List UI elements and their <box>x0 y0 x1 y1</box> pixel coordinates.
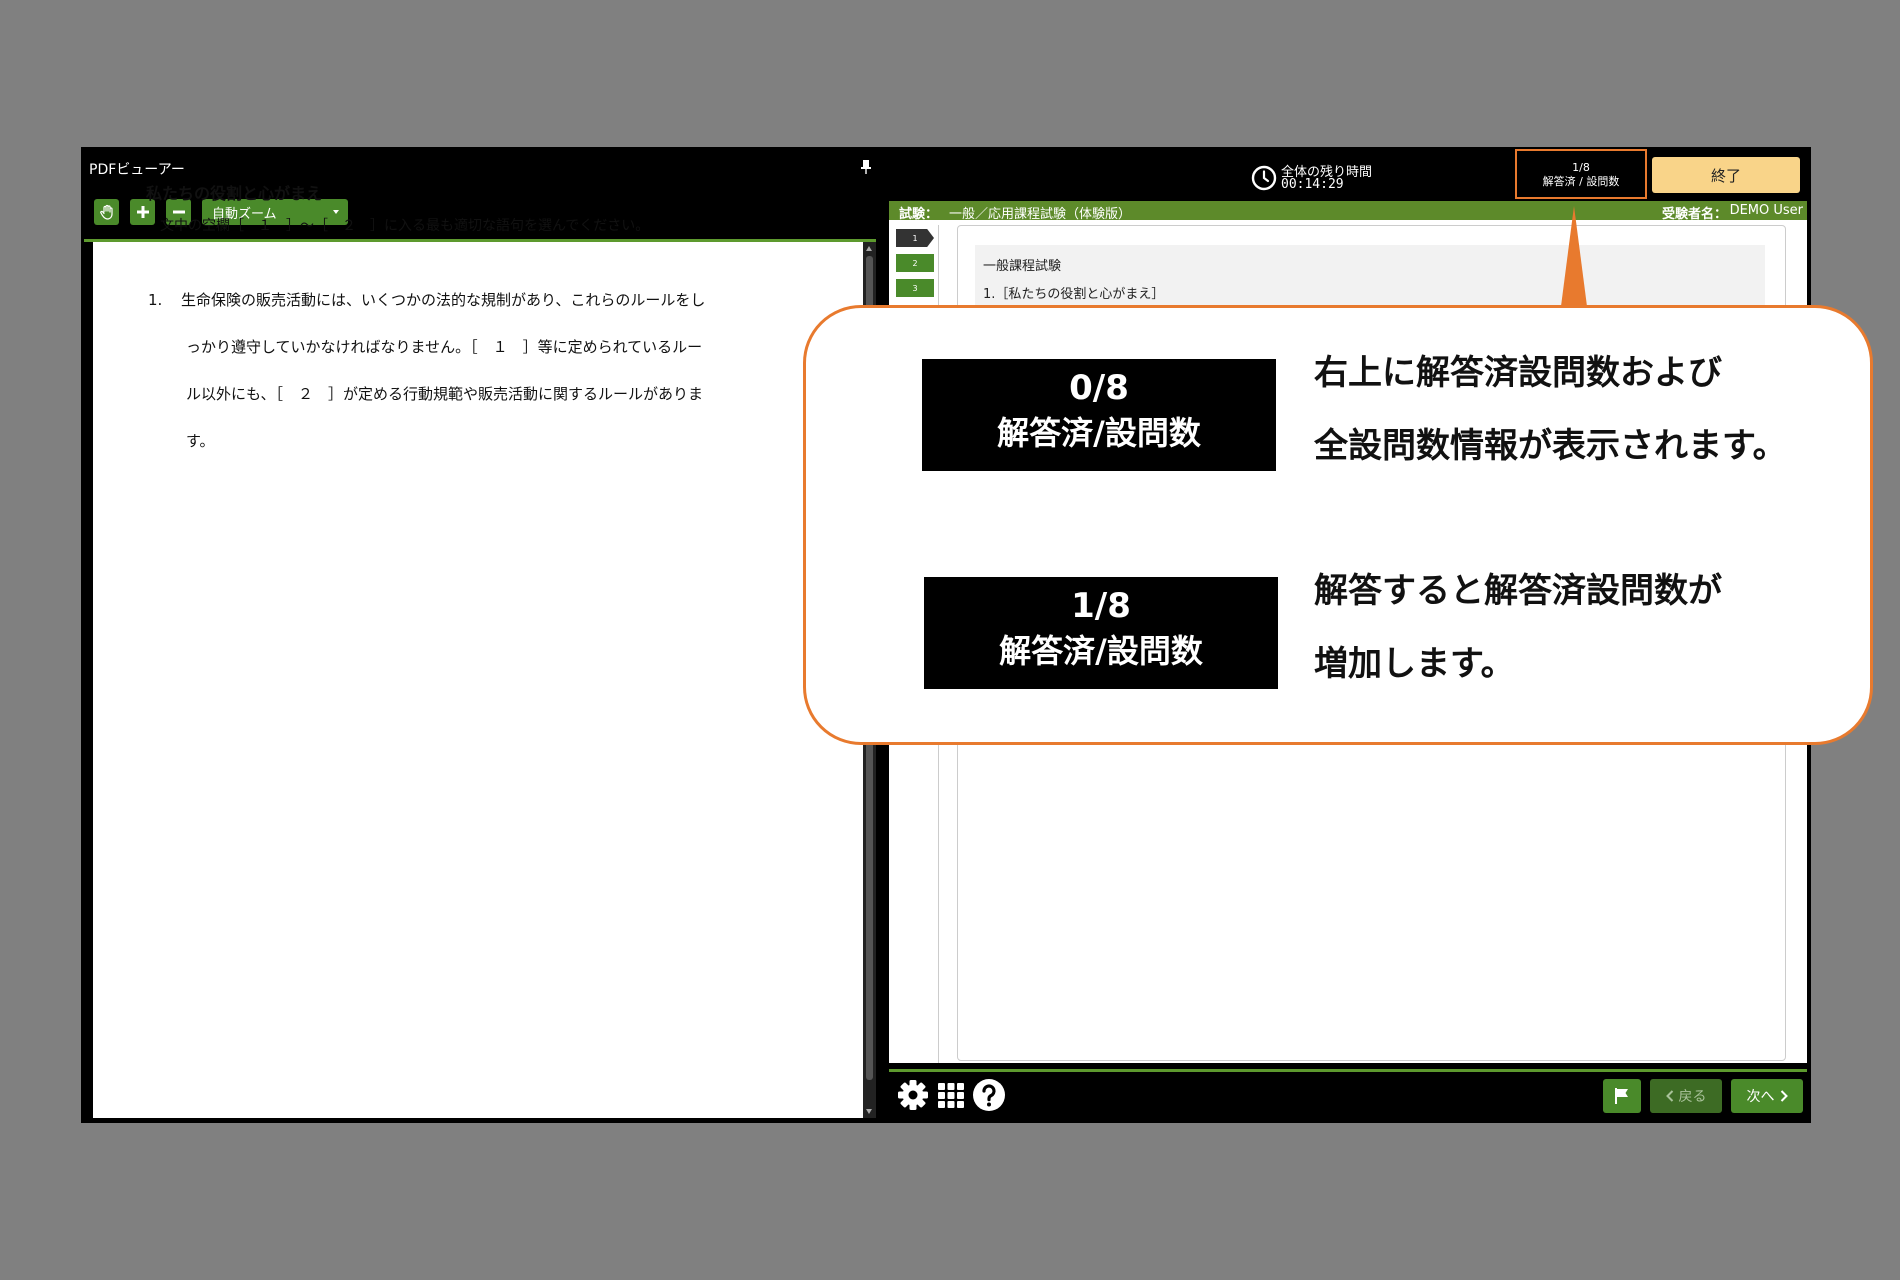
answered-count-after: 1/8 解答済/設問数 <box>924 577 1278 689</box>
question-nav-item[interactable]: 1 <box>896 229 934 247</box>
footer-divider <box>889 1069 1807 1072</box>
pdf-question-number: 1. <box>148 291 163 309</box>
question-nav-item[interactable]: 3 <box>896 279 934 297</box>
next-button-label: 次へ <box>1746 1089 1775 1105</box>
pin-icon[interactable] <box>858 159 874 175</box>
answered-count-after-value: 1/8 <box>1071 586 1131 626</box>
question-title: 一般課程試験 <box>983 259 1062 274</box>
explanation-callout: 0/8 解答済/設問数 右上に解答済設問数および 全設問数情報が表示されます。 … <box>803 305 1873 745</box>
next-button[interactable]: 次へ <box>1731 1079 1803 1113</box>
pdf-doc-heading: 私たちの役割と心がまえ <box>146 184 323 203</box>
answered-count-before: 0/8 解答済/設問数 <box>922 359 1276 471</box>
pdf-doc-question: 1. 生命保険の販売活動には、いくつかの法的な規制があり、これらのルールをし っ… <box>148 277 808 465</box>
answered-count-before-label: 解答済/設問数 <box>997 414 1201 452</box>
pdf-question-line: っかり遵守していかなければなりません。［ １ ］等に定められているルー <box>186 338 703 356</box>
gear-icon[interactable] <box>896 1078 930 1112</box>
callout-caption-2a: 解答すると解答済設問数が <box>1314 571 1722 611</box>
answered-count-label: 解答済 / 設問数 <box>1542 175 1620 188</box>
scroll-down-icon[interactable] <box>866 1109 872 1114</box>
plus-icon <box>136 206 149 218</box>
answered-count-value: 1/8 <box>1572 161 1590 174</box>
back-button-label: 戻る <box>1678 1089 1707 1105</box>
answered-count-after-label: 解答済/設問数 <box>999 632 1203 670</box>
pdf-question-line: ル以外にも、［ ２ ］が定める行動規範や販売活動に関するルールがありま <box>186 385 704 403</box>
exam-info-bar: 試験： 一般／応用課程試験（体験版） 受験者名： DEMO User <box>889 201 1807 222</box>
chevron-right-icon <box>1780 1090 1788 1102</box>
pdf-viewer-title: PDFビューアー <box>89 162 185 178</box>
pdf-question-line: 生命保険の販売活動には、いくつかの法的な規制があり、これらのルールをし <box>181 291 706 309</box>
scroll-up-icon[interactable] <box>866 246 872 251</box>
user-name: DEMO User <box>1729 203 1803 218</box>
flag-icon <box>1615 1088 1628 1104</box>
help-icon[interactable] <box>972 1078 1006 1112</box>
question-nav-item[interactable]: 2 <box>896 254 934 272</box>
back-button[interactable]: 戻る <box>1650 1079 1722 1113</box>
timer-value: 00:14:29 <box>1281 177 1344 192</box>
pdf-question-line: す。 <box>186 432 215 450</box>
question-subtitle: 1.［私たちの役割と心がまえ］ <box>983 287 1165 302</box>
pdf-doc-instruction: 文中の空欄［ １ ］～［ ２ ］に入る最も適切な語句を選んでください。 <box>160 218 650 234</box>
chevron-left-icon <box>1665 1090 1673 1102</box>
callout-caption-2b: 増加します。 <box>1314 644 1515 684</box>
grid-icon[interactable] <box>936 1078 966 1112</box>
flag-button[interactable] <box>1603 1079 1641 1113</box>
chevron-down-icon <box>333 210 339 214</box>
hand-tool-button[interactable] <box>94 199 119 225</box>
callout-caption-1a: 右上に解答済設問数および <box>1314 353 1722 393</box>
answered-count-before-value: 0/8 <box>1069 368 1129 408</box>
clock-icon <box>1251 165 1277 191</box>
callout-pointer <box>1560 206 1588 314</box>
hand-icon <box>99 204 113 220</box>
callout-caption-1b: 全設問数情報が表示されます。 <box>1314 426 1787 466</box>
answered-count-indicator[interactable]: 1/8 解答済 / 設問数 <box>1515 149 1647 199</box>
finish-button[interactable]: 終了 <box>1652 157 1800 193</box>
